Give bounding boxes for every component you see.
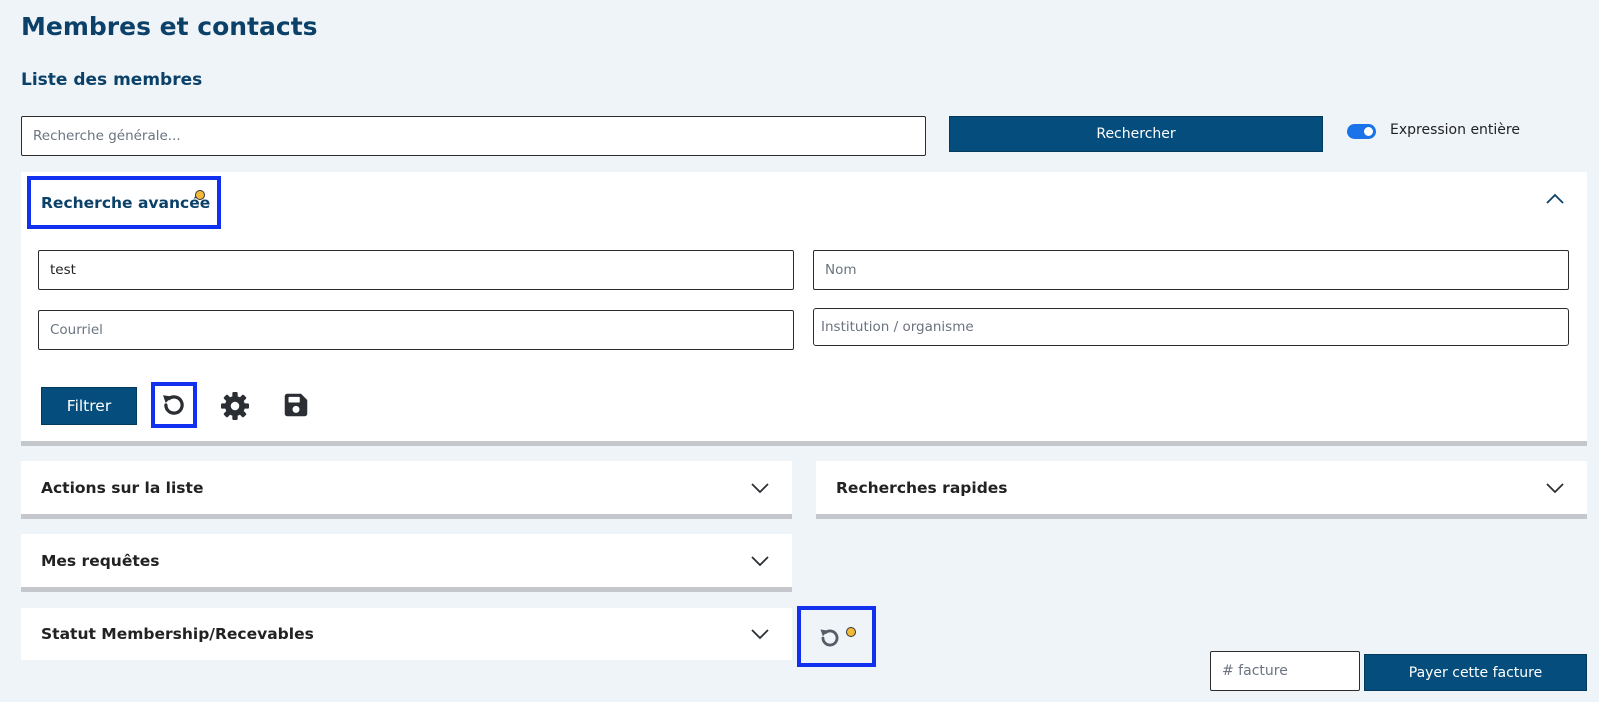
filter-button[interactable]: Filtrer xyxy=(41,387,137,425)
page-title: Membres et contacts xyxy=(21,12,318,41)
membership-status-panel[interactable]: Statut Membership/Recevables xyxy=(21,608,792,660)
general-search-input[interactable] xyxy=(21,116,926,156)
quick-searches-title: Recherches rapides xyxy=(836,479,1008,497)
advanced-search-title: Recherche avancée xyxy=(41,194,211,212)
email-field[interactable] xyxy=(38,310,794,350)
save-icon[interactable] xyxy=(281,390,311,420)
institution-field[interactable] xyxy=(813,308,1569,346)
name-field[interactable] xyxy=(813,250,1569,290)
whole-expression-toggle[interactable] xyxy=(1347,124,1376,139)
chevron-up-icon[interactable] xyxy=(1546,192,1564,204)
my-queries-panel[interactable]: Mes requêtes xyxy=(21,534,792,592)
search-button[interactable]: Rechercher xyxy=(949,116,1323,152)
toggle-knob xyxy=(1364,127,1373,136)
invoice-number-input[interactable] xyxy=(1210,651,1360,691)
pay-invoice-button[interactable]: Payer cette facture xyxy=(1364,654,1587,691)
advanced-search-panel: Recherche avancée Filtrer xyxy=(21,172,1587,446)
list-actions-title: Actions sur la liste xyxy=(41,479,204,497)
whole-expression-label: Expression entière xyxy=(1390,122,1520,138)
gear-icon[interactable] xyxy=(219,390,251,422)
chevron-down-icon[interactable] xyxy=(751,556,769,568)
membership-status-title: Statut Membership/Recevables xyxy=(41,625,314,643)
reset-filters-button[interactable] xyxy=(151,382,197,428)
quick-searches-panel[interactable]: Recherches rapides xyxy=(816,461,1587,519)
active-filter-indicator xyxy=(846,627,856,637)
advanced-search-header[interactable]: Recherche avancée xyxy=(27,176,221,229)
chevron-down-icon[interactable] xyxy=(751,629,769,641)
list-actions-panel[interactable]: Actions sur la liste xyxy=(21,461,792,519)
reset-status-button[interactable] xyxy=(797,606,876,667)
chevron-down-icon[interactable] xyxy=(751,483,769,495)
advanced-field-1[interactable] xyxy=(38,250,794,290)
section-title: Liste des membres xyxy=(21,70,203,90)
my-queries-title: Mes requêtes xyxy=(41,552,160,570)
active-filter-indicator xyxy=(195,190,205,200)
reset-icon xyxy=(820,629,839,647)
chevron-down-icon[interactable] xyxy=(1546,483,1564,495)
reset-icon xyxy=(163,395,184,415)
